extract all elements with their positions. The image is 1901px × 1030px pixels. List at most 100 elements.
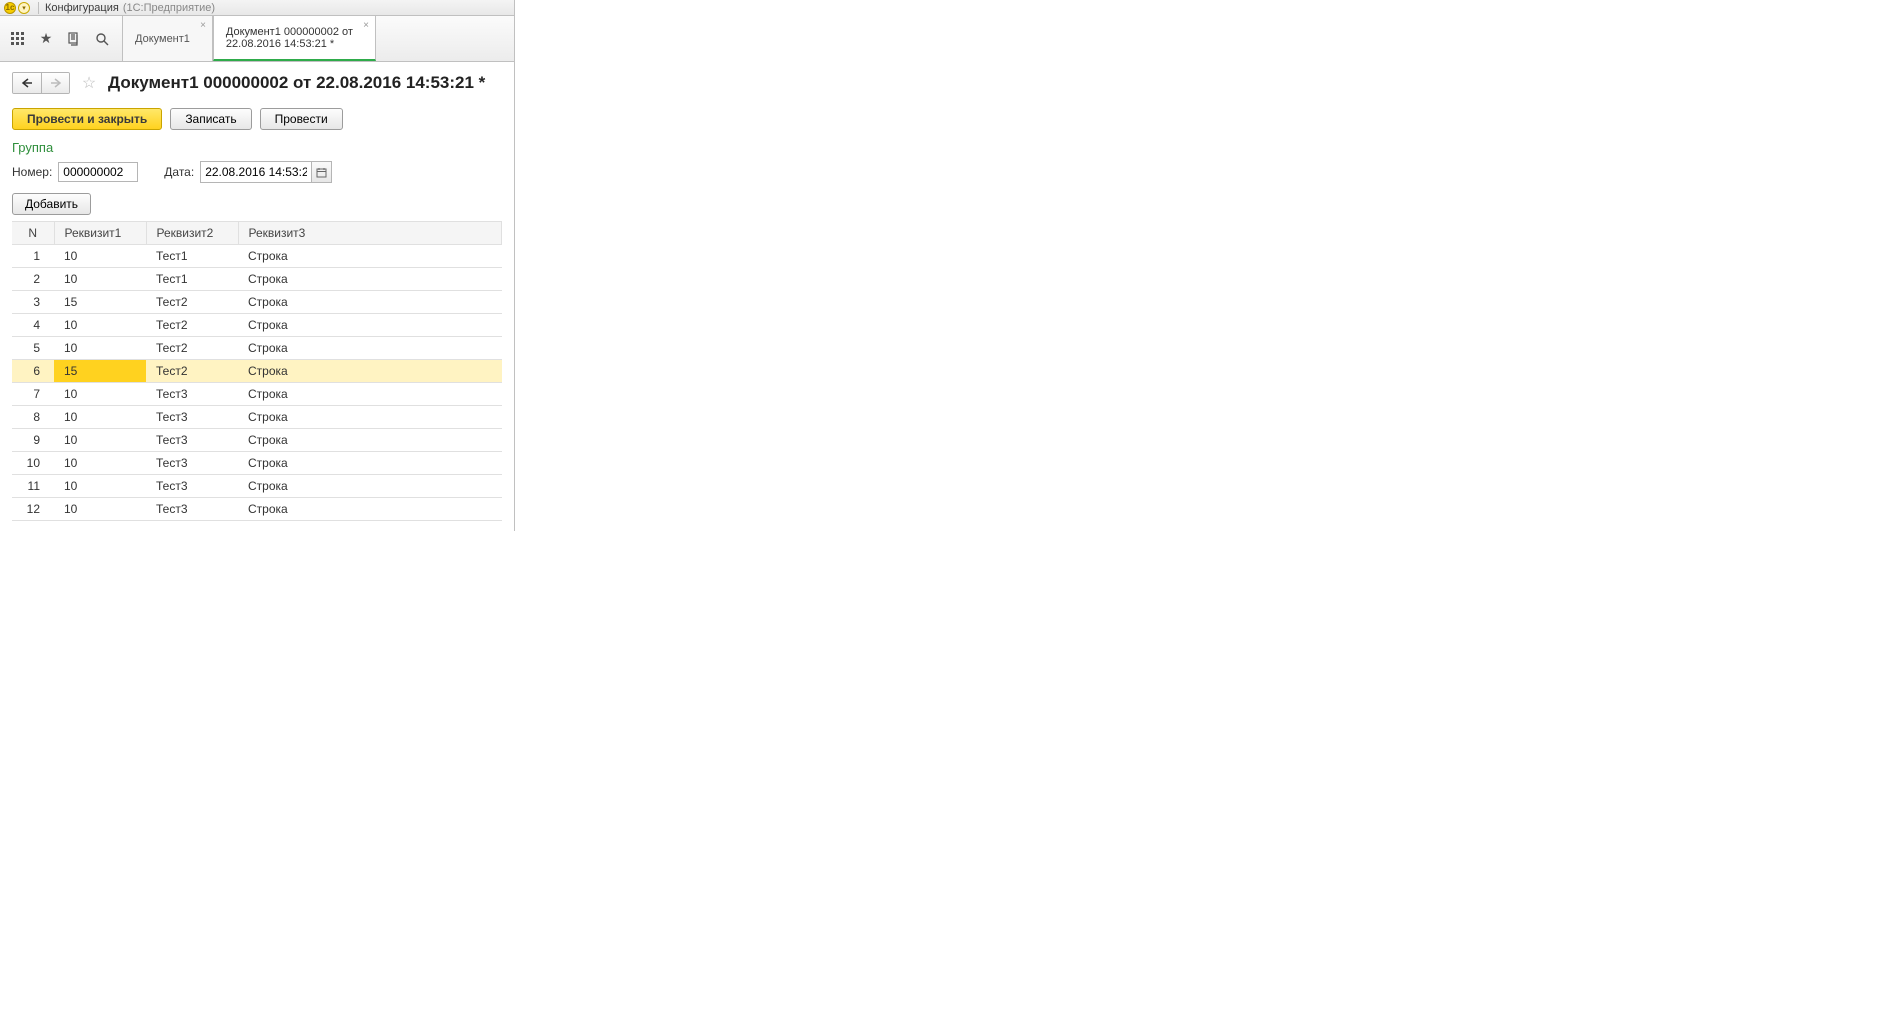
page-title: Документ1 000000002 от 22.08.2016 14:53:… — [108, 73, 485, 93]
cell-r2[interactable]: Тест2 — [146, 314, 238, 337]
cell-r1[interactable]: 10 — [54, 337, 146, 360]
number-input[interactable] — [58, 162, 138, 182]
cell-r1[interactable]: 10 — [54, 498, 146, 521]
window-title: Конфигурация — [45, 2, 119, 14]
cell-r2[interactable]: Тест1 — [146, 268, 238, 291]
table-row[interactable]: 315Тест2Строка — [12, 291, 502, 314]
date-label: Дата: — [164, 165, 194, 179]
cell-n[interactable]: 7 — [12, 383, 54, 406]
cell-r2[interactable]: Тест3 — [146, 383, 238, 406]
table-row[interactable]: 1010Тест3Строка — [12, 452, 502, 475]
cell-n[interactable]: 11 — [12, 475, 54, 498]
table-row[interactable]: 510Тест2Строка — [12, 337, 502, 360]
cell-r2[interactable]: Тест3 — [146, 429, 238, 452]
calendar-icon[interactable] — [311, 162, 331, 182]
table-row[interactable]: 410Тест2Строка — [12, 314, 502, 337]
cell-r3[interactable]: Строка — [238, 268, 502, 291]
cell-n[interactable]: 12 — [12, 498, 54, 521]
header-fields: Номер: Дата: — [12, 161, 502, 183]
cell-r1[interactable]: 10 — [54, 314, 146, 337]
cell-r2[interactable]: Тест2 — [146, 360, 238, 383]
cell-r1[interactable]: 10 — [54, 383, 146, 406]
table-row[interactable]: 910Тест3Строка — [12, 429, 502, 452]
window-subtitle: (1С:Предприятие) — [123, 2, 215, 14]
cell-r1[interactable]: 10 — [54, 452, 146, 475]
tab-document1[interactable]: Документ1 × — [122, 16, 213, 61]
cell-r3[interactable]: Строка — [238, 245, 502, 268]
history-icon[interactable] — [60, 16, 88, 61]
cell-r3[interactable]: Строка — [238, 406, 502, 429]
cell-r1[interactable]: 10 — [54, 245, 146, 268]
table-row[interactable]: 110Тест1Строка — [12, 245, 502, 268]
search-icon[interactable] — [88, 16, 116, 61]
col-n[interactable]: N — [12, 222, 54, 245]
close-icon[interactable]: × — [363, 20, 369, 31]
cell-n[interactable]: 6 — [12, 360, 54, 383]
cell-r1[interactable]: 10 — [54, 475, 146, 498]
col-r3[interactable]: Реквизит3 — [238, 222, 502, 245]
table-toolbar: Добавить — [12, 193, 502, 215]
document-form: ☆ Документ1 000000002 от 22.08.2016 14:5… — [0, 62, 514, 531]
cell-r1[interactable]: 10 — [54, 406, 146, 429]
nav-forward-button[interactable] — [41, 73, 69, 93]
cell-r3[interactable]: Строка — [238, 383, 502, 406]
main-toolbar: ★ Документ1 × Документ1 000000002 от 22.… — [0, 16, 514, 62]
grid-header-row: N Реквизит1 Реквизит2 Реквизит3 — [12, 222, 502, 245]
cell-n[interactable]: 1 — [12, 245, 54, 268]
cell-r1[interactable]: 10 — [54, 429, 146, 452]
app-dropdown-icon[interactable]: ▾ — [18, 2, 30, 14]
table-row[interactable]: 810Тест3Строка — [12, 406, 502, 429]
action-buttons: Провести и закрыть Записать Провести — [12, 108, 502, 130]
cell-n[interactable]: 4 — [12, 314, 54, 337]
cell-r1[interactable]: 15 — [54, 291, 146, 314]
app-window: 1c ▾ Конфигурация (1С:Предприятие) ★ Док… — [0, 0, 515, 531]
cell-n[interactable]: 10 — [12, 452, 54, 475]
table-row[interactable]: 210Тест1Строка — [12, 268, 502, 291]
nav-back-button[interactable] — [13, 73, 41, 93]
cell-n[interactable]: 5 — [12, 337, 54, 360]
cell-r3[interactable]: Строка — [238, 337, 502, 360]
cell-r3[interactable]: Строка — [238, 360, 502, 383]
cell-r2[interactable]: Тест3 — [146, 475, 238, 498]
cell-r2[interactable]: Тест2 — [146, 337, 238, 360]
favorites-star-icon[interactable]: ★ — [32, 16, 60, 61]
cell-n[interactable]: 8 — [12, 406, 54, 429]
cell-r3[interactable]: Строка — [238, 475, 502, 498]
cell-n[interactable]: 9 — [12, 429, 54, 452]
post-and-close-button[interactable]: Провести и закрыть — [12, 108, 162, 130]
tab-label: Документ1 000000002 от — [226, 26, 353, 38]
table-row[interactable]: 1110Тест3Строка — [12, 475, 502, 498]
table-row[interactable]: 1210Тест3Строка — [12, 498, 502, 521]
date-field-wrap — [200, 161, 332, 183]
cell-r2[interactable]: Тест2 — [146, 291, 238, 314]
cell-n[interactable]: 2 — [12, 268, 54, 291]
cell-r3[interactable]: Строка — [238, 429, 502, 452]
favorite-star-icon[interactable]: ☆ — [78, 72, 100, 94]
app-logo-icon: 1c — [4, 2, 16, 14]
document-tabs: Документ1 × Документ1 000000002 от 22.08… — [122, 16, 376, 61]
apps-grid-icon[interactable] — [4, 16, 32, 61]
date-input[interactable] — [201, 162, 311, 182]
cell-r1[interactable]: 10 — [54, 268, 146, 291]
cell-r2[interactable]: Тест1 — [146, 245, 238, 268]
cell-r3[interactable]: Строка — [238, 291, 502, 314]
table-row[interactable]: 710Тест3Строка — [12, 383, 502, 406]
post-button[interactable]: Провести — [260, 108, 343, 130]
cell-r3[interactable]: Строка — [238, 314, 502, 337]
number-label: Номер: — [12, 165, 52, 179]
save-button[interactable]: Записать — [170, 108, 251, 130]
data-grid[interactable]: N Реквизит1 Реквизит2 Реквизит3 110Тест1… — [12, 221, 502, 521]
close-icon[interactable]: × — [200, 20, 206, 31]
tab-document1-instance[interactable]: Документ1 000000002 от 22.08.2016 14:53:… — [213, 16, 376, 61]
cell-r3[interactable]: Строка — [238, 452, 502, 475]
table-row[interactable]: 615Тест2Строка — [12, 360, 502, 383]
col-r1[interactable]: Реквизит1 — [54, 222, 146, 245]
cell-r2[interactable]: Тест3 — [146, 452, 238, 475]
cell-r1[interactable]: 15 — [54, 360, 146, 383]
add-row-button[interactable]: Добавить — [12, 193, 91, 215]
cell-r2[interactable]: Тест3 — [146, 498, 238, 521]
cell-r3[interactable]: Строка — [238, 498, 502, 521]
cell-r2[interactable]: Тест3 — [146, 406, 238, 429]
col-r2[interactable]: Реквизит2 — [146, 222, 238, 245]
cell-n[interactable]: 3 — [12, 291, 54, 314]
